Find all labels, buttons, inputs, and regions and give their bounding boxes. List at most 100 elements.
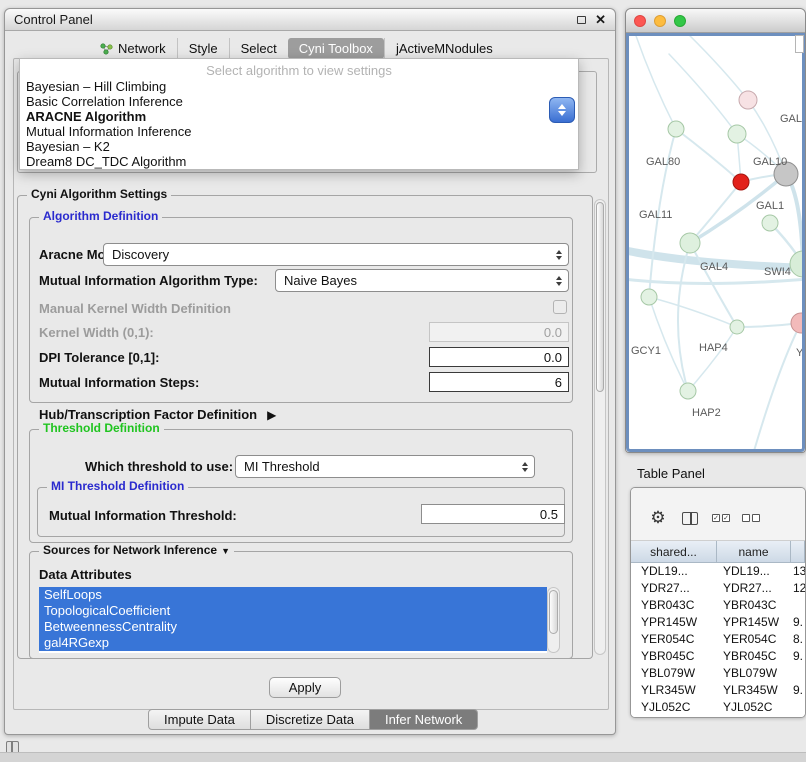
network-node-label: GCY1 [631,345,661,357]
table-row[interactable]: YER054CYER054C8. [631,631,805,648]
minimize-traffic-light[interactable] [654,15,666,27]
table-row[interactable]: YLR345WYLR345W9. [631,682,805,699]
network-node[interactable] [641,289,657,305]
column-header-shared[interactable]: shared... [631,541,717,562]
algorithm-option-basic-correlation-inference[interactable]: Basic Correlation Inference [20,94,578,109]
kernel-width-field[interactable]: 0.0 [429,322,569,342]
attribute-item-betweennesscentrality[interactable]: BetweennessCentrality [39,619,547,635]
table-cell: YDL19... [717,563,791,580]
table-row[interactable]: YDL19...YDL19...13 [631,563,805,580]
attributes-scrollbar-thumb[interactable] [549,590,558,634]
attributes-scrollbar[interactable] [547,587,560,653]
close-window-icon[interactable]: ✕ [595,14,606,26]
network-node[interactable] [790,251,802,277]
tab-select[interactable]: Select [229,38,288,59]
bottom-tab-infer-network[interactable]: Infer Network [370,709,478,730]
table-row[interactable]: YBL079WYBL079W [631,665,805,682]
network-edge[interactable] [690,243,737,327]
network-edge[interactable] [754,323,801,449]
mi-type-select[interactable]: Naive Bayes [275,269,569,292]
settings-scrollbar-thumb[interactable] [596,202,604,392]
tab-network[interactable]: Network [89,38,177,59]
table-cell: 8. [791,631,805,648]
algorithm-option-bayesian-hill-climbing[interactable]: Bayesian – Hill Climbing [20,79,578,94]
table-cell: 9. [791,682,805,699]
network-node[interactable] [739,91,757,109]
network-node[interactable] [762,215,778,231]
network-canvas[interactable]: GAL80GAL10GAL11GAL1SWI4GAL4GCY1HAP4HAP2G… [626,33,805,452]
which-threshold-select[interactable]: MI Threshold [235,455,535,478]
table-cell: 9. [791,648,805,665]
aracne-mode-select[interactable]: Discovery [103,243,569,266]
network-node[interactable] [730,320,744,334]
table-row[interactable]: YBR045CYBR045C9. [631,648,805,665]
algorithm-option-aracne-algorithm[interactable]: ARACNE Algorithm [20,109,578,124]
network-node-label: GAL4 [700,261,728,273]
algorithm-option-mutual-information-inference[interactable]: Mutual Information Inference [20,124,578,139]
network-edge[interactable] [629,279,802,284]
network-node[interactable] [728,125,746,143]
float-window-icon[interactable] [577,16,586,24]
bottom-tab-impute-data[interactable]: Impute Data [148,709,251,730]
network-node[interactable] [668,121,684,137]
network-edge[interactable] [649,297,688,391]
mi-steps-label: Mutual Information Steps: [39,375,199,390]
tab-cyni-toolbox[interactable]: Cyni Toolbox [288,38,384,59]
table-rows: YDL19...YDL19...13YDR27...YDR27...12YBR0… [631,563,805,717]
dpi-tolerance-field[interactable]: 0.0 [429,347,569,367]
network-edge[interactable] [649,297,737,327]
table-cell: YDR27... [717,580,791,597]
hub-definition-toggle[interactable]: Hub/Transcription Factor Definition ▶ [39,407,276,422]
zoom-traffic-light[interactable] [674,15,686,27]
table-row[interactable]: YDR27...YDR27...12 [631,580,805,597]
sources-legend[interactable]: Sources for Network Inference▼ [39,543,234,557]
network-node[interactable] [680,383,696,399]
titlebar-buttons: ✕ [577,14,606,26]
network-node[interactable] [733,174,749,190]
network-node-label: HAP2 [692,407,721,419]
tab-style[interactable]: Style [177,38,229,59]
mi-threshold-legend: MI Threshold Definition [47,479,188,493]
table-cell: YBR045C [717,648,791,665]
mi-threshold-field[interactable]: 0.5 [421,504,565,524]
column-selector-icon[interactable] [679,507,701,529]
network-edge[interactable] [678,243,690,391]
select-columns-icon[interactable]: ✓✓ [709,507,733,529]
mi-steps-field[interactable]: 6 [429,372,569,392]
algorithm-option-bayesian-k2[interactable]: Bayesian – K2 [20,139,578,154]
kernel-width-value: 0.0 [544,325,562,340]
column-header-name[interactable]: name [717,541,791,562]
network-node[interactable] [791,313,802,333]
tab-jactivemnodules[interactable]: jActiveMNodules [384,38,504,59]
combo-arrows-icon [550,250,568,260]
table-cell: YBR043C [717,597,791,614]
attribute-item-topologicalcoefficient[interactable]: TopologicalCoefficient [39,603,547,619]
table-cell: YLR345W [631,682,717,699]
column-header-clipped[interactable] [791,541,805,562]
bottom-strip [0,752,806,762]
data-attributes-label: Data Attributes [39,567,132,582]
network-edge[interactable] [688,327,737,391]
close-traffic-light[interactable] [634,15,646,27]
network-edge[interactable] [684,36,748,100]
data-attributes-list[interactable]: SelfLoopsTopologicalCoefficientBetweenne… [39,587,547,653]
table-row[interactable]: YPR145WYPR145W9. [631,614,805,631]
algorithm-definition-legend: Algorithm Definition [39,209,162,223]
attribute-item-selfloops[interactable]: SelfLoops [39,587,547,603]
algorithm-option-dream8-dc-tdc-algorithm[interactable]: Dream8 DC_TDC Algorithm [20,154,578,169]
algorithm-combo-button[interactable] [549,97,575,123]
unselect-columns-icon[interactable] [739,507,763,529]
apply-button[interactable]: Apply [269,677,341,698]
table-row[interactable]: YBR043CYBR043C [631,597,805,614]
manual-kernel-checkbox[interactable] [553,300,567,314]
network-window-titlebar[interactable] [626,9,805,33]
network-node[interactable] [680,233,700,253]
network-edge[interactable] [634,36,676,129]
bottom-tab-discretize-data[interactable]: Discretize Data [251,709,370,730]
attribute-item-gal4rgexp[interactable]: gal4RGexp [39,635,547,651]
table-settings-gear-icon[interactable]: ⚙ [647,507,669,529]
table-toolbar: ⚙ ✓✓ [631,488,805,541]
control-panel-titlebar[interactable]: Control Panel ✕ [5,9,615,31]
settings-scrollbar[interactable] [594,199,606,655]
table-row[interactable]: YJL052CYJL052C [631,699,805,716]
